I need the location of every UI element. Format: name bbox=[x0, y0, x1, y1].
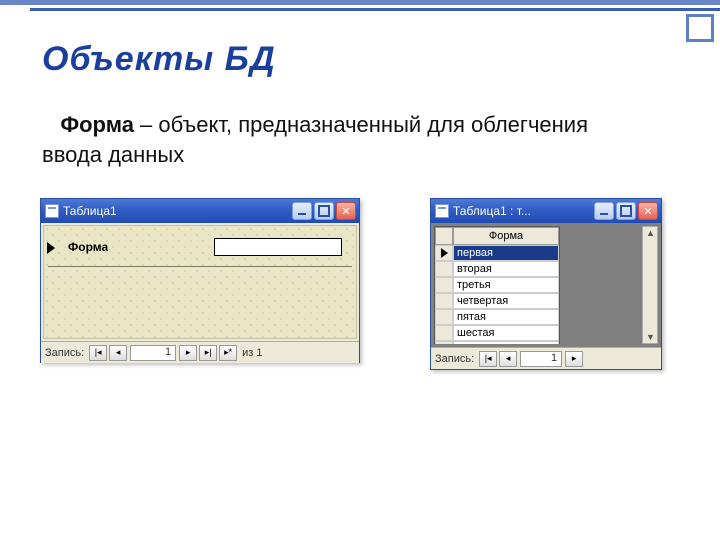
cell[interactable] bbox=[453, 341, 559, 344]
nav-first-button[interactable]: |◂ bbox=[89, 345, 107, 361]
data-table: Форма первая вторая третья четвертая пят… bbox=[434, 226, 560, 344]
cell[interactable]: первая bbox=[453, 245, 559, 261]
nav-last-button[interactable]: ▸| bbox=[199, 345, 217, 361]
table-row[interactable]: третья bbox=[435, 277, 559, 293]
corner-ornament bbox=[686, 14, 714, 42]
nav-prev-button[interactable]: ◂ bbox=[499, 351, 517, 367]
cell[interactable]: третья bbox=[453, 277, 559, 293]
datasheet-titlebar[interactable]: Таблица1 : т... ✕ bbox=[431, 199, 661, 223]
separator bbox=[48, 266, 352, 267]
cell[interactable]: четвертая bbox=[453, 293, 559, 309]
minimize-button[interactable] bbox=[292, 202, 312, 220]
row-selector[interactable] bbox=[435, 325, 453, 341]
table-row[interactable]: вторая bbox=[435, 261, 559, 277]
select-all-corner[interactable] bbox=[435, 227, 453, 245]
table-row[interactable]: пятая bbox=[435, 309, 559, 325]
datasheet-window-title: Таблица1 : т... bbox=[453, 204, 531, 218]
nav-next-button[interactable]: ▸ bbox=[565, 351, 583, 367]
cell[interactable]: шестая bbox=[453, 325, 559, 341]
form-icon bbox=[45, 204, 59, 218]
top-bar-1 bbox=[0, 0, 720, 5]
table-row[interactable]: первая bbox=[435, 245, 559, 261]
row-selector[interactable] bbox=[435, 261, 453, 277]
current-record-marker-icon bbox=[47, 242, 55, 254]
record-label: Запись: bbox=[435, 353, 474, 365]
table-row[interactable]: шестая bbox=[435, 325, 559, 341]
record-label: Запись: bbox=[45, 347, 84, 359]
field-input[interactable] bbox=[214, 238, 342, 256]
form-window-title: Таблица1 bbox=[63, 204, 117, 218]
nav-first-button[interactable]: |◂ bbox=[479, 351, 497, 367]
nav-next-button[interactable]: ▸ bbox=[179, 345, 197, 361]
top-bar-2 bbox=[30, 8, 720, 11]
datasheet-window: Таблица1 : т... ✕ Форма первая вторая тр… bbox=[430, 198, 662, 370]
close-button[interactable]: ✕ bbox=[638, 202, 658, 220]
form-titlebar[interactable]: Таблица1 ✕ bbox=[41, 199, 359, 223]
record-number-input[interactable]: 1 bbox=[130, 345, 176, 361]
record-number-input[interactable]: 1 bbox=[520, 351, 562, 367]
nav-new-button[interactable]: ▸* bbox=[219, 345, 237, 361]
close-button[interactable]: ✕ bbox=[336, 202, 356, 220]
slide-description: Форма – объект, предназначенный для обле… bbox=[42, 110, 652, 169]
record-navigator: Запись: |◂ ◂ 1 ▸ bbox=[431, 347, 661, 369]
table-icon bbox=[435, 204, 449, 218]
slide-title: Объекты БД bbox=[42, 40, 276, 79]
column-header[interactable]: Форма bbox=[453, 227, 559, 245]
row-selector[interactable] bbox=[435, 293, 453, 309]
minimize-button[interactable] bbox=[594, 202, 614, 220]
cell[interactable]: пятая bbox=[453, 309, 559, 325]
new-row-marker-icon[interactable]: * bbox=[435, 341, 453, 344]
form-body: Форма bbox=[43, 225, 357, 339]
term: Форма bbox=[60, 112, 134, 137]
row-selector[interactable] bbox=[435, 277, 453, 293]
record-total: из 1 bbox=[242, 347, 262, 359]
maximize-button[interactable] bbox=[616, 202, 636, 220]
form-window: Таблица1 ✕ Форма Запись: |◂ ◂ 1 ▸ ▸| ▸* … bbox=[40, 198, 360, 363]
datasheet-body: Форма первая вторая третья четвертая пят… bbox=[434, 226, 658, 344]
record-navigator: Запись: |◂ ◂ 1 ▸ ▸| ▸* из 1 bbox=[41, 341, 359, 363]
row-selector[interactable] bbox=[435, 245, 453, 261]
scrollbar-vertical[interactable] bbox=[642, 226, 658, 344]
nav-prev-button[interactable]: ◂ bbox=[109, 345, 127, 361]
field-label: Форма bbox=[68, 240, 108, 254]
maximize-button[interactable] bbox=[314, 202, 334, 220]
cell[interactable]: вторая bbox=[453, 261, 559, 277]
table-row[interactable]: четвертая bbox=[435, 293, 559, 309]
new-row[interactable]: * bbox=[435, 341, 559, 344]
row-selector[interactable] bbox=[435, 309, 453, 325]
